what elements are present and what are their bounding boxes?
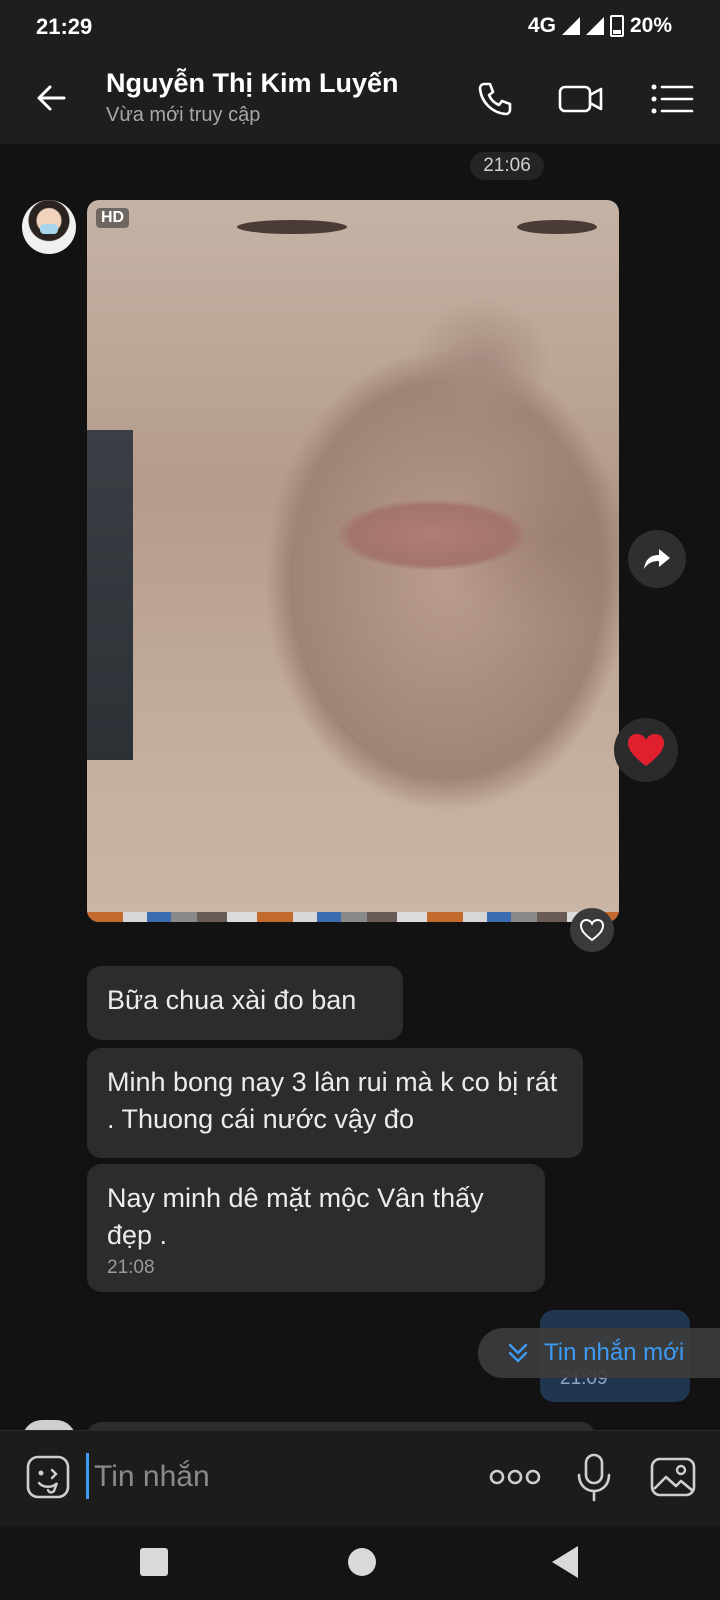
recents-button[interactable] bbox=[140, 1548, 168, 1576]
message-text: Minh bong nay 3 lân rui mà k co bị rát .… bbox=[107, 1067, 558, 1134]
back-arrow-icon[interactable] bbox=[30, 76, 74, 120]
battery-icon bbox=[609, 15, 624, 37]
time-divider: 21:06 bbox=[470, 152, 544, 180]
contact-name[interactable]: Nguyễn Thị Kim Luyến bbox=[106, 68, 399, 99]
message-input[interactable] bbox=[92, 1453, 456, 1501]
phone-icon[interactable] bbox=[470, 74, 520, 124]
system-navigation-bar bbox=[0, 1526, 720, 1600]
photo-eye-left bbox=[237, 220, 347, 234]
system-back-button[interactable] bbox=[552, 1546, 578, 1578]
network-label: 4G bbox=[527, 14, 556, 37]
message-composer bbox=[0, 1430, 720, 1527]
chat-header: Nguyễn Thị Kim Luyến Vừa mới truy cập bbox=[0, 54, 720, 144]
status-icons: 4G 20% bbox=[528, 14, 672, 38]
video-call-icon[interactable] bbox=[556, 74, 606, 124]
double-chevron-down-icon bbox=[508, 1343, 528, 1363]
photo-message[interactable] bbox=[87, 200, 619, 922]
status-bar: 21:29 4G 20% bbox=[0, 0, 720, 54]
hd-badge: HD bbox=[96, 208, 130, 228]
new-messages-label: Tin nhắn mới bbox=[544, 1339, 685, 1366]
photo-nose bbox=[417, 290, 547, 420]
message-text: Nay minh dê mặt mộc Vân thấy đẹp . bbox=[107, 1183, 484, 1250]
message-bubble[interactable]: Minh bong nay 3 lân rui mà k co bị rát .… bbox=[87, 1048, 583, 1158]
microphone-icon[interactable] bbox=[574, 1451, 614, 1503]
home-button[interactable] bbox=[348, 1548, 376, 1576]
reaction-button[interactable] bbox=[614, 718, 678, 782]
photo-lips bbox=[337, 500, 527, 570]
share-arrow-icon bbox=[644, 549, 670, 569]
signal-icon-2 bbox=[585, 17, 604, 35]
message-bubble[interactable]: Nay minh dê mặt mộc Vân thấy đẹp . 21:08 bbox=[87, 1164, 545, 1292]
react-photo-button[interactable] bbox=[570, 908, 614, 952]
presence-status: Vừa mới truy cập bbox=[106, 104, 261, 126]
signal-icon bbox=[561, 17, 580, 35]
heart-icon bbox=[628, 734, 664, 766]
text-caret bbox=[86, 1453, 89, 1499]
more-options-icon[interactable] bbox=[488, 1457, 542, 1497]
avatar-mask bbox=[40, 224, 58, 234]
photo-thumbnail-strip bbox=[87, 912, 619, 922]
message-bubble[interactable]: Bữa chua xài đo ban bbox=[87, 966, 403, 1040]
avatar[interactable] bbox=[22, 200, 76, 254]
menu-list-icon[interactable] bbox=[648, 74, 698, 124]
battery-level: 20% bbox=[629, 14, 672, 37]
message-text: Bữa chua xài đo ban bbox=[107, 985, 357, 1015]
sticker-icon[interactable] bbox=[24, 1453, 72, 1501]
photo-eye-right bbox=[517, 220, 597, 234]
share-button[interactable] bbox=[628, 530, 686, 588]
image-gallery-icon[interactable] bbox=[648, 1453, 698, 1501]
message-time: 21:08 bbox=[107, 1257, 155, 1278]
status-time: 21:29 bbox=[36, 14, 93, 39]
new-messages-button[interactable]: Tin nhắn mới bbox=[478, 1328, 720, 1378]
heart-outline-icon bbox=[579, 918, 605, 942]
photo-background bbox=[87, 430, 133, 760]
